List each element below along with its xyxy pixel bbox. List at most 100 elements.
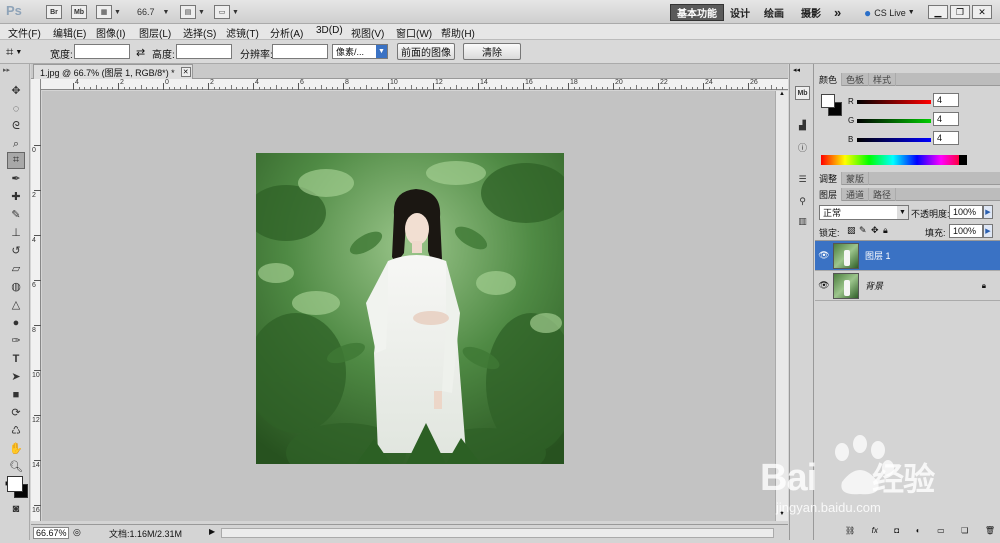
layer-row-layer1[interactable]: 👁︎ 图层 1	[815, 241, 1000, 271]
tab-masks[interactable]: 蒙版	[842, 171, 870, 185]
blend-mode-select[interactable]: 正常 ▼	[819, 205, 909, 220]
resolution-input[interactable]	[272, 44, 328, 59]
tab-swatches[interactable]: 色板	[842, 72, 870, 86]
color-ramp-black[interactable]	[959, 155, 967, 165]
screen-mode-dropdown[interactable]: ▭ ▼	[214, 4, 239, 20]
b-slider[interactable]	[857, 138, 931, 142]
lasso-tool-icon[interactable]: ᘓ	[7, 118, 25, 135]
bridge-button[interactable]: Br	[46, 4, 62, 20]
visibility-eye-icon[interactable]: 👁︎	[815, 280, 833, 291]
collapse-strip-icon[interactable]: ◂◂	[793, 66, 800, 74]
menu-file[interactable]: 文件(F)	[8, 25, 41, 40]
group-icon[interactable]: ▭	[937, 526, 945, 535]
r-slider[interactable]	[857, 100, 931, 104]
lock-transparent-icon[interactable]: ▨	[847, 225, 856, 236]
quick-selection-tool-icon[interactable]: ⌕	[7, 136, 25, 153]
color-spectrum-ramp[interactable]	[821, 155, 965, 165]
workspace-design[interactable]: 设计	[724, 4, 756, 21]
lock-image-icon[interactable]: ✎	[859, 225, 867, 236]
histogram-panel-icon[interactable]: ▟	[795, 118, 810, 132]
horizontal-scrollbar[interactable]	[221, 528, 774, 538]
workspace-painting[interactable]: 绘画	[758, 4, 790, 21]
type-tool-icon[interactable]: T	[7, 350, 25, 367]
menu-filter[interactable]: 滤镜(T)	[226, 25, 259, 40]
3d-orbit-tool-icon[interactable]: ♺	[7, 422, 25, 439]
restore-button[interactable]: ❐	[950, 5, 970, 19]
height-input[interactable]	[176, 44, 232, 59]
fill-slider-arrow[interactable]: ▶	[983, 224, 993, 238]
pen-tool-icon[interactable]: ✑	[7, 332, 25, 349]
mini-bridge-panel-icon[interactable]: Mb	[795, 86, 810, 100]
add-mask-icon[interactable]: ◘	[894, 526, 899, 535]
zoom-tool-icon[interactable]: 🔍︎	[7, 458, 25, 475]
path-selection-tool-icon[interactable]: ➤	[7, 368, 25, 385]
close-button[interactable]: ✕	[972, 5, 992, 19]
menu-view[interactable]: 视图(V)	[351, 25, 384, 40]
adjustments-panel-icon[interactable]: ☰	[795, 172, 810, 186]
zoom-status-field[interactable]: 66.67%	[33, 527, 69, 539]
menu-layer[interactable]: 图层(L)	[139, 25, 171, 40]
document-tab[interactable]: 1.jpg @ 66.7% (图层 1, RGB/8*) * ✕	[33, 64, 193, 79]
lock-all-icon[interactable]: 🔒︎	[883, 225, 888, 236]
collapse-toolbar-icon[interactable]: ▸▸	[3, 66, 10, 74]
3d-rotate-tool-icon[interactable]: ⟳	[7, 404, 25, 421]
mini-bridge-button[interactable]: Mb	[71, 4, 87, 20]
scroll-up-icon[interactable]: ▲	[777, 91, 787, 101]
width-input[interactable]	[74, 44, 130, 59]
dodge-tool-icon[interactable]: ●	[7, 314, 25, 331]
more-workspaces-button[interactable]: »	[828, 4, 847, 21]
tab-styles[interactable]: 样式	[869, 72, 897, 86]
menu-edit[interactable]: 编辑(E)	[53, 25, 86, 40]
status-menu-icon[interactable]: ▶	[209, 527, 215, 536]
foreground-color-swatch[interactable]	[7, 476, 23, 492]
layer-row-background[interactable]: 👁︎ 背景 🔒︎	[815, 271, 1000, 301]
blur-tool-icon[interactable]: △	[7, 296, 25, 313]
clear-button[interactable]: 清除	[463, 43, 521, 60]
swap-dimensions-icon[interactable]: ⇄	[136, 46, 145, 59]
rectangle-tool-icon[interactable]: ■	[7, 386, 25, 403]
close-tab-icon[interactable]: ✕	[180, 67, 191, 77]
brush-tool-icon[interactable]: ✎	[7, 206, 25, 223]
clone-source-panel-icon[interactable]: ⚲	[795, 194, 810, 208]
tab-adjustments[interactable]: 调整	[815, 171, 843, 185]
menu-image[interactable]: 图像(I)	[96, 25, 125, 40]
opacity-input[interactable]: 100%	[949, 205, 983, 219]
marquee-tool-icon[interactable]: ◌	[7, 100, 25, 117]
paint-bucket-tool-icon[interactable]: ◍	[7, 278, 25, 295]
link-layers-icon[interactable]: ⛓	[845, 526, 855, 535]
hand-tool-icon[interactable]: ✋	[7, 440, 25, 457]
tab-channels[interactable]: 通道	[842, 187, 870, 201]
menu-window[interactable]: 窗口(W)	[396, 25, 432, 40]
cs-live-button[interactable]: ● CS Live ▼	[858, 4, 921, 21]
color-panel-foreground-swatch[interactable]	[821, 94, 835, 108]
front-image-button[interactable]: 前面的图像	[397, 43, 455, 60]
move-tool-icon[interactable]: ✥	[7, 82, 25, 99]
status-info-icon[interactable]: ◎	[73, 527, 81, 538]
adjustment-layer-icon[interactable]: ◐	[916, 526, 921, 535]
menu-3d[interactable]: 3D(D)	[316, 25, 343, 36]
workspace-photography[interactable]: 摄影	[795, 4, 827, 21]
menu-analysis[interactable]: 分析(A)	[270, 25, 303, 40]
document-image[interactable]	[256, 153, 564, 464]
info-panel-icon[interactable]: ⓘ	[795, 140, 810, 154]
opacity-slider-arrow[interactable]: ▶	[983, 205, 993, 219]
tool-preset-picker[interactable]: ⌗ ▼	[6, 44, 22, 60]
clone-stamp-tool-icon[interactable]: ⊥	[7, 224, 25, 241]
tab-paths[interactable]: 路径	[869, 187, 897, 201]
tool-presets-panel-icon[interactable]: ▥	[795, 214, 810, 228]
g-slider[interactable]	[857, 119, 931, 123]
tab-layers[interactable]: 图层	[815, 187, 843, 201]
workspace-essentials[interactable]: 基本功能	[670, 4, 724, 21]
r-value-input[interactable]: 4	[933, 93, 959, 107]
menu-help[interactable]: 帮助(H)	[441, 25, 475, 40]
history-brush-tool-icon[interactable]: ↺	[7, 242, 25, 259]
layer-style-icon[interactable]: fx	[872, 526, 878, 535]
visibility-eye-icon[interactable]: 👁︎	[815, 250, 833, 261]
minimize-button[interactable]: ▁	[928, 5, 948, 19]
arrange-documents-dropdown[interactable]: ▤ ▼	[180, 4, 205, 20]
tab-color[interactable]: 颜色	[815, 72, 843, 86]
healing-brush-tool-icon[interactable]: ✚	[7, 188, 25, 205]
new-layer-icon[interactable]: ❏	[961, 526, 968, 535]
lock-position-icon[interactable]: ✥	[871, 225, 879, 236]
b-value-input[interactable]: 4	[933, 131, 959, 145]
